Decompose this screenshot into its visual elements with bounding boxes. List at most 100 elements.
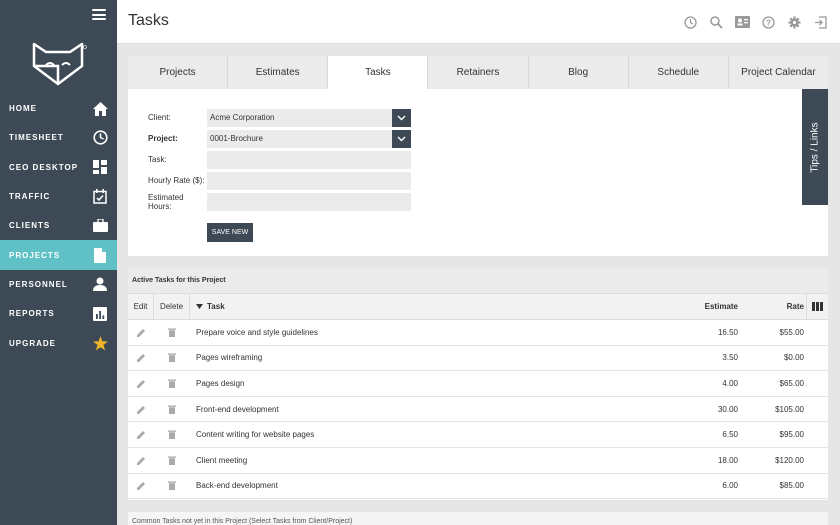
tab-project-calendar[interactable]: Project Calendar (728, 56, 828, 89)
task-name: Pages design (196, 378, 245, 388)
pencil-icon[interactable] (128, 430, 154, 440)
pencil-icon[interactable] (128, 481, 154, 491)
pencil-icon[interactable] (128, 405, 154, 414)
pencil-icon[interactable] (128, 328, 154, 337)
task-estimate: 6.50 (722, 430, 738, 440)
delete-column-header: Delete (154, 293, 190, 320)
tab-retainers[interactable]: Retainers (428, 56, 529, 89)
task-column-header[interactable]: Task (190, 302, 684, 311)
project-select[interactable]: 0001-Brochure (207, 129, 411, 148)
logout-icon[interactable] (812, 14, 828, 30)
sidebar: HOME TIMESHEET CEO DESKTOP TRAFFIC CLIEN… (0, 0, 117, 525)
tab-schedule[interactable]: Schedule (628, 56, 729, 89)
task-rate: $120.00 (775, 455, 804, 465)
sidebar-item-projects[interactable]: PROJECTS (0, 240, 117, 270)
table-row: Content writing for website pages 6.50 $… (128, 422, 828, 448)
menu-icon[interactable] (92, 9, 106, 20)
clock-icon[interactable] (682, 14, 698, 30)
active-tasks-card: Active Tasks for this Project Edit Delet… (128, 268, 828, 500)
task-estimate: 16.50 (717, 327, 738, 337)
task-label: Task: (148, 155, 167, 164)
trash-icon[interactable] (154, 405, 190, 414)
task-estimate: 30.00 (717, 404, 738, 414)
tab-blog[interactable]: Blog (528, 56, 629, 89)
tab-estimates[interactable]: Estimates (228, 56, 329, 89)
sidebar-item-ceo-desktop[interactable]: CEO DESKTOP (0, 153, 117, 182)
task-name: Prepare voice and style guidelines (196, 327, 318, 337)
pencil-icon[interactable] (128, 353, 154, 363)
sidebar-item-traffic[interactable]: TRAFFIC (0, 182, 117, 211)
sidebar-item-label: TRAFFIC (9, 192, 51, 202)
task-rate: $65.00 (779, 378, 804, 388)
table-row: Front-end development 30.00 $105.00 (128, 397, 828, 423)
star-icon (92, 335, 108, 351)
common-tasks-title: Common Tasks not yet in this Project (Se… (128, 512, 828, 525)
client-value: Acme Corporation (210, 113, 275, 122)
save-new-button[interactable]: SAVE NEW (207, 223, 253, 242)
calendar-check-icon (92, 189, 108, 205)
project-value: 0001-Brochure (210, 134, 263, 143)
trash-icon[interactable] (154, 379, 190, 388)
sidebar-item-personnel[interactable]: PERSONNEL (0, 270, 117, 299)
sidebar-item-label: HOME (9, 104, 37, 114)
sidebar-item-timesheet[interactable]: TIMESHEET (0, 123, 117, 152)
sort-down-icon (196, 304, 203, 309)
trash-icon[interactable] (154, 353, 190, 363)
contact-card-icon[interactable] (734, 14, 750, 30)
task-rate: $105.00 (775, 404, 804, 414)
tips-links-button[interactable]: Tips / Links (802, 89, 828, 205)
table-body: Prepare voice and style guidelines 16.50… (128, 320, 828, 500)
task-rate: $55.00 (779, 327, 804, 337)
gear-icon[interactable] (786, 14, 802, 30)
task-estimate: 3.50 (722, 353, 738, 363)
sidebar-item-label: PERSONNEL (9, 279, 68, 289)
estimated-hours-label: Estimated Hours: (148, 192, 184, 211)
sidebar-item-clients[interactable]: CLIENTS (0, 211, 117, 240)
estimated-hours-input[interactable] (207, 192, 411, 211)
trash-icon[interactable] (154, 481, 190, 491)
svg-text:?: ? (766, 18, 771, 27)
trash-icon[interactable] (154, 456, 190, 465)
task-input[interactable] (207, 150, 411, 169)
sidebar-item-label: CLIENTS (9, 221, 51, 231)
rate-column-header[interactable]: Rate (744, 302, 806, 311)
project-label: Project: (148, 134, 178, 143)
chevron-down-icon[interactable] (392, 129, 411, 148)
table-row: Client meeting 18.00 $120.00 (128, 448, 828, 474)
task-estimate: 6.00 (722, 481, 738, 491)
client-select[interactable]: Acme Corporation (207, 108, 411, 127)
columns-icon[interactable] (806, 293, 828, 320)
tab-tasks[interactable]: Tasks (328, 56, 429, 89)
tab-projects[interactable]: Projects (128, 56, 229, 89)
estimate-column-header[interactable]: Estimate (684, 302, 744, 311)
task-estimate: 18.00 (717, 455, 738, 465)
hourly-rate-label: Hourly Rate ($): (148, 176, 205, 185)
home-icon (92, 101, 108, 117)
sidebar-item-label: UPGRADE (9, 338, 57, 348)
table-row: Prepare voice and style guidelines 16.50… (128, 320, 828, 346)
help-icon[interactable]: ? (760, 14, 776, 30)
task-name: Content writing for website pages (196, 430, 315, 440)
sidebar-nav: HOME TIMESHEET CEO DESKTOP TRAFFIC CLIEN… (0, 94, 117, 358)
pencil-icon[interactable] (128, 456, 154, 465)
sidebar-item-reports[interactable]: REPORTS (0, 299, 117, 328)
table-header: Edit Delete Task Estimate Rate (128, 293, 828, 320)
sidebar-item-home[interactable]: HOME (0, 94, 117, 123)
sidebar-item-upgrade[interactable]: UPGRADE (0, 328, 117, 357)
task-form-card: Projects Estimates Tasks Retainers Blog … (128, 56, 828, 256)
task-column-label: Task (207, 302, 225, 311)
header-toolbar: ? (682, 14, 828, 30)
search-icon[interactable] (708, 14, 724, 30)
chevron-down-icon[interactable] (392, 108, 411, 127)
hourly-rate-input[interactable] (207, 171, 411, 190)
page-title: Tasks (128, 12, 169, 29)
person-icon (92, 276, 108, 292)
task-rate: $95.00 (779, 430, 804, 440)
pencil-icon[interactable] (128, 379, 154, 388)
tips-links-label: Tips / Links (809, 121, 821, 173)
trash-icon[interactable] (154, 328, 190, 337)
top-header: Tasks ? (117, 0, 840, 44)
task-name: Pages wireframing (196, 353, 263, 363)
table-row: Back-end development 6.00 $85.00 (128, 474, 828, 500)
trash-icon[interactable] (154, 430, 190, 440)
